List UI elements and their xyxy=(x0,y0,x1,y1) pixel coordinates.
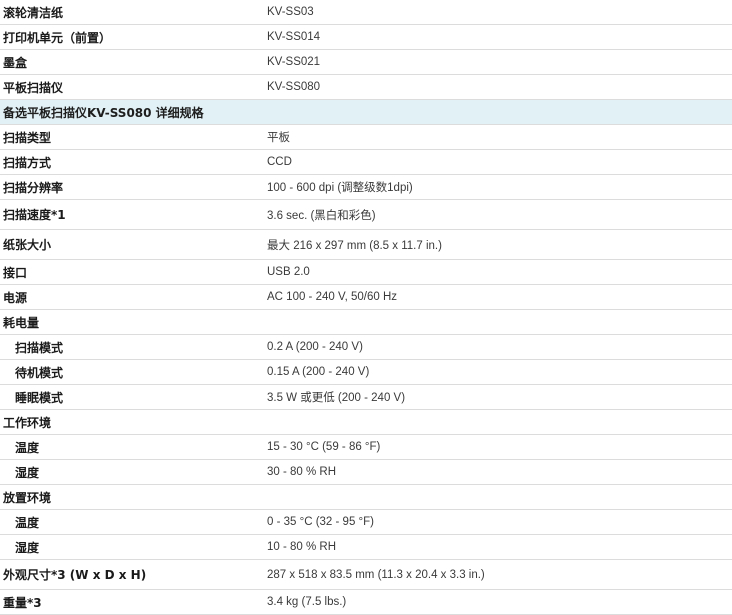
spec-label: 平板扫描仪 xyxy=(3,80,64,95)
spec-label: 打印机单元（前置） xyxy=(3,30,112,45)
spec-label: 放置环境 xyxy=(3,490,52,505)
table-row: 电源 AC 100 - 240 V, 50/60 Hz xyxy=(0,285,732,310)
table-row: 工作环境 xyxy=(0,410,732,435)
spec-value: USB 2.0 xyxy=(267,266,310,278)
table-row: 扫描速度*1 3.6 sec. (黑白和彩色) xyxy=(0,200,732,230)
table-row: 湿度 30 - 80 % RH xyxy=(0,460,732,485)
section-title: 备选平板扫描仪KV-SS080 详细规格 xyxy=(3,105,204,120)
spec-value: 287 x 518 x 83.5 mm (11.3 x 20.4 x 3.3 i… xyxy=(267,568,485,581)
spec-label: 温度 xyxy=(15,515,40,530)
spec-value: 平板 xyxy=(267,132,290,144)
table-row: 扫描类型 平板 xyxy=(0,125,732,150)
table-row: 待机模式 0.15 A (200 - 240 V) xyxy=(0,360,732,385)
spec-value: KV-SS03 xyxy=(267,6,314,18)
spec-value: 3.4 kg (7.5 lbs.) xyxy=(267,596,347,608)
spec-value: CCD xyxy=(267,156,292,168)
table-row: 温度 0 - 35 °C (32 - 95 °F) xyxy=(0,510,732,535)
spec-label: 湿度 xyxy=(15,465,40,480)
table-row: 睡眠模式 3.5 W 或更低 (200 - 240 V) xyxy=(0,385,732,410)
spec-value: 15 - 30 °C (59 - 86 °F) xyxy=(267,441,381,453)
spec-label: 扫描分辨率 xyxy=(3,180,64,195)
spec-value: 3.6 sec. (黑白和彩色) xyxy=(267,209,376,222)
table-row: 耗电量 xyxy=(0,310,732,335)
spec-value: KV-SS014 xyxy=(267,31,321,43)
table-row: 湿度 10 - 80 % RH xyxy=(0,535,732,560)
table-row: 放置环境 xyxy=(0,485,732,510)
spec-label: 温度 xyxy=(15,440,40,455)
table-row: 墨盒 KV-SS021 xyxy=(0,50,732,75)
table-row: 平板扫描仪 KV-SS080 xyxy=(0,75,732,100)
spec-label: 扫描类型 xyxy=(3,130,52,145)
section-header: 备选平板扫描仪KV-SS080 详细规格 xyxy=(0,100,732,125)
spec-value: 0 - 35 °C (32 - 95 °F) xyxy=(267,516,374,528)
spec-label: 纸张大小 xyxy=(3,238,52,252)
table-row: 扫描方式 CCD xyxy=(0,150,732,175)
spec-value: AC 100 - 240 V, 50/60 Hz xyxy=(267,291,397,303)
spec-label: 接口 xyxy=(3,265,28,280)
spec-label: 外观尺寸*3 (W x D x H) xyxy=(3,568,147,582)
spec-value: 30 - 80 % RH xyxy=(267,466,337,478)
spec-label: 扫描速度*1 xyxy=(3,208,66,222)
spec-label: 滚轮清洁纸 xyxy=(3,5,64,20)
table-row: 滚轮清洁纸 KV-SS03 xyxy=(0,0,732,25)
table-row: 外观尺寸*3 (W x D x H) 287 x 518 x 83.5 mm (… xyxy=(0,560,732,590)
spec-value: KV-SS021 xyxy=(267,56,321,68)
spec-label: 睡眠模式 xyxy=(15,390,64,405)
spec-label: 扫描方式 xyxy=(3,155,52,170)
spec-table: 滚轮清洁纸 KV-SS03 打印机单元（前置） KV-SS014 墨盒 KV-S… xyxy=(0,0,732,615)
spec-label: 扫描模式 xyxy=(15,340,64,355)
table-row: 重量*3 3.4 kg (7.5 lbs.) xyxy=(0,590,732,615)
spec-value: 最大 216 x 297 mm (8.5 x 11.7 in.) xyxy=(267,239,442,252)
table-row: 扫描分辨率 100 - 600 dpi (调整级数1dpi) xyxy=(0,175,732,200)
spec-value: 100 - 600 dpi (调整级数1dpi) xyxy=(267,182,413,194)
spec-label: 待机模式 xyxy=(15,365,64,380)
spec-label: 耗电量 xyxy=(3,315,40,330)
table-row: 打印机单元（前置） KV-SS014 xyxy=(0,25,732,50)
spec-label: 墨盒 xyxy=(3,55,28,70)
table-row: 温度 15 - 30 °C (59 - 86 °F) xyxy=(0,435,732,460)
spec-value: 10 - 80 % RH xyxy=(267,541,337,553)
table-row: 纸张大小 最大 216 x 297 mm (8.5 x 11.7 in.) xyxy=(0,230,732,260)
spec-label: 湿度 xyxy=(15,540,40,555)
spec-label: 重量*3 xyxy=(3,595,42,610)
spec-value: 0.15 A (200 - 240 V) xyxy=(267,366,370,378)
spec-value: KV-SS080 xyxy=(267,81,321,93)
table-row: 扫描模式 0.2 A (200 - 240 V) xyxy=(0,335,732,360)
spec-value: 0.2 A (200 - 240 V) xyxy=(267,341,363,353)
table-row: 接口 USB 2.0 xyxy=(0,260,732,285)
spec-label: 工作环境 xyxy=(3,415,52,430)
spec-value: 3.5 W 或更低 (200 - 240 V) xyxy=(267,392,406,404)
spec-label: 电源 xyxy=(3,290,28,305)
